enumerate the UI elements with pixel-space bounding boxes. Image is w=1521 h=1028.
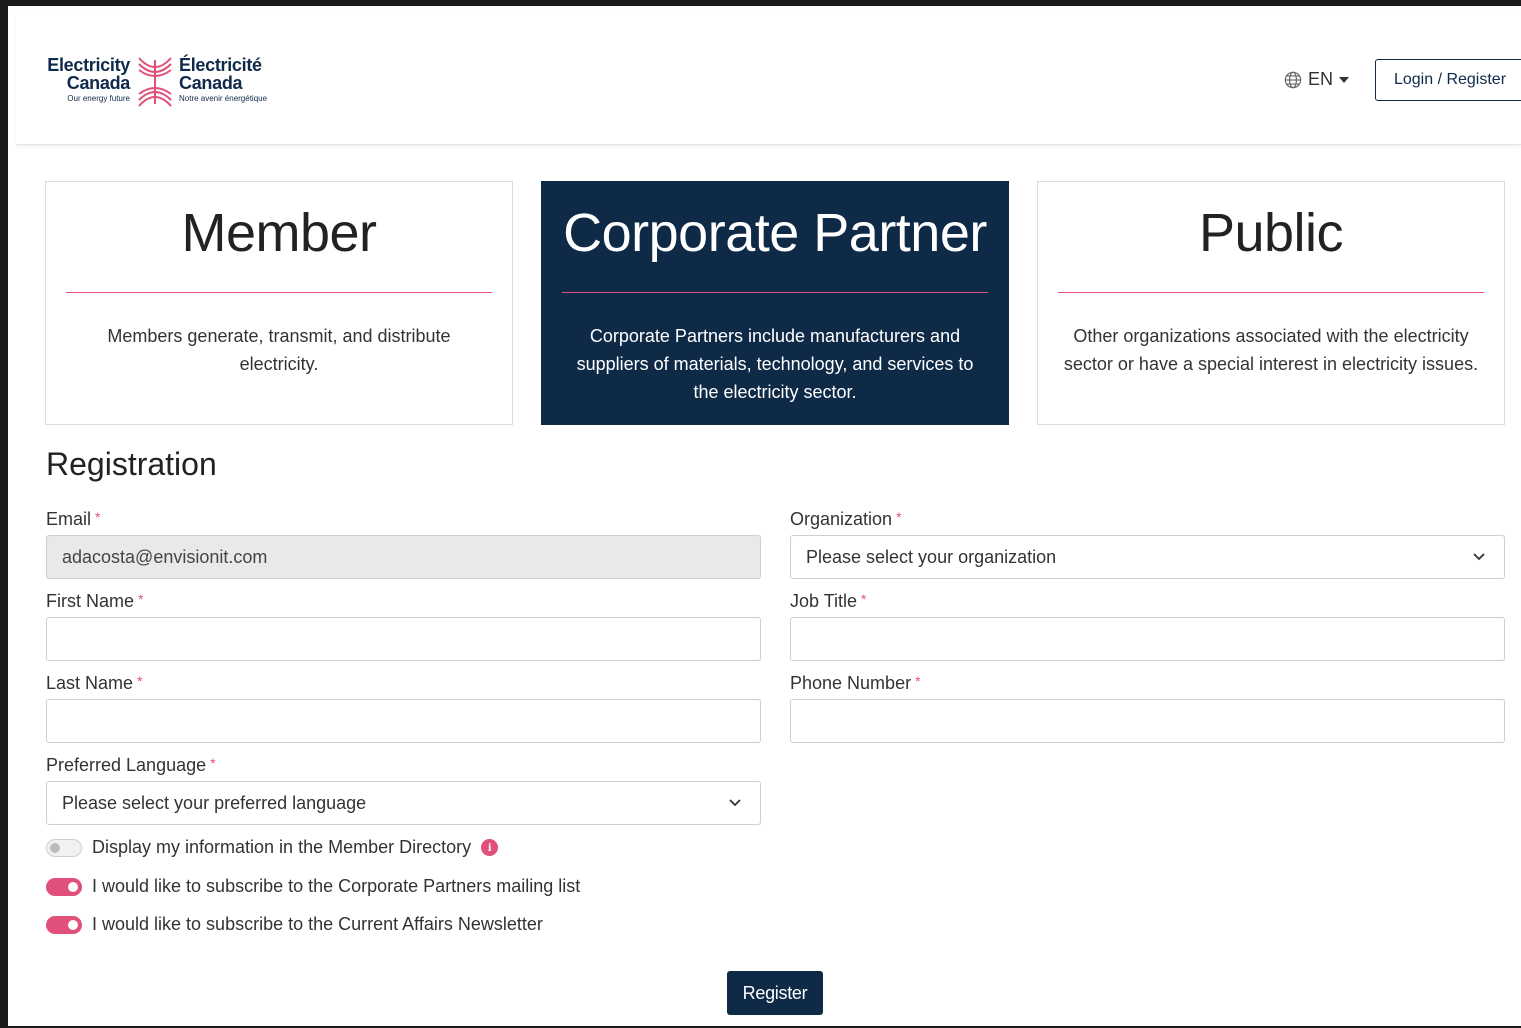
card-corporate-partner[interactable]: Corporate Partner Corporate Partners inc… — [541, 181, 1009, 425]
required-marker: * — [210, 755, 216, 771]
member-directory-label: Display my information in the Member Dir… — [92, 837, 472, 857]
last-name-label: Last Name * — [46, 673, 143, 693]
first-name-field[interactable] — [46, 617, 761, 661]
job-title-field[interactable] — [790, 617, 1505, 661]
required-marker: * — [138, 591, 144, 607]
email-label: Email * — [46, 509, 101, 529]
browser-frame: Electricity Canada Our energy future Éle… — [0, 0, 1521, 1028]
card-public-title: Public — [1198, 203, 1344, 263]
last-name-field[interactable] — [46, 699, 761, 743]
info-icon[interactable]: i — [481, 839, 499, 856]
login-register-button[interactable]: Login / Register — [1375, 59, 1521, 101]
phone-number-label: Phone Number * — [790, 673, 921, 693]
card-public[interactable]: Public Other organizations associated wi… — [1037, 181, 1505, 425]
logo-en-tagline: Our energy future — [67, 94, 130, 103]
card-member-title: Member — [181, 203, 377, 263]
logo-english: Electricity Canada Our energy future — [38, 56, 130, 105]
language-label: EN — [1308, 69, 1334, 89]
electricity-canada-logo[interactable]: Electricity Canada Our energy future Éle… — [38, 56, 288, 116]
email-field[interactable]: adacosta@envisionit.com — [46, 535, 761, 579]
toggle-row-corporate-mailing-list: I would like to subscribe to the Corpora… — [46, 876, 580, 897]
organization-label: Organization * — [790, 509, 902, 529]
logo-fr-tagline: Notre avenir énergétique — [179, 94, 268, 103]
phone-number-field[interactable] — [790, 699, 1505, 743]
corporate-mailing-list-label: I would like to subscribe to the Corpora… — [92, 876, 581, 896]
logo-fr-line2: Canada — [179, 73, 243, 93]
card-member-description: Members generate, transmit, and distribu… — [107, 326, 451, 374]
chevron-down-icon — [1473, 553, 1485, 561]
required-marker: * — [95, 509, 101, 525]
card-member[interactable]: Member Members generate, transmit, and d… — [45, 181, 513, 425]
first-name-label: First Name * — [46, 591, 144, 611]
language-switcher[interactable]: EN — [1284, 69, 1350, 90]
member-directory-toggle[interactable] — [46, 838, 82, 857]
site-header: Electricity Canada Our energy future Éle… — [16, 12, 1521, 145]
card-corporate-partner-title: Corporate Partner — [563, 203, 987, 263]
globe-icon — [1284, 71, 1302, 88]
preferred-language-label: Preferred Language * — [46, 755, 216, 775]
card-public-description: Other organizations associated with the … — [1063, 326, 1479, 374]
organization-value: Please select your organization — [806, 546, 1057, 567]
required-marker: * — [896, 509, 902, 525]
required-marker: * — [861, 591, 867, 607]
toggle-row-member-directory: Display my information in the Member Dir… — [46, 837, 499, 858]
logo-mark-icon — [138, 57, 172, 107]
logo-en-line1: Electricity — [47, 55, 130, 75]
register-button[interactable]: Register — [727, 971, 823, 1015]
required-marker: * — [137, 673, 143, 689]
card-divider — [66, 292, 492, 293]
card-divider — [562, 292, 988, 293]
card-divider — [1058, 292, 1484, 293]
current-affairs-newsletter-label: I would like to subscribe to the Current… — [92, 914, 543, 934]
logo-french: Électricité Canada Notre avenir énergéti… — [179, 56, 299, 105]
caret-down-icon — [1339, 76, 1350, 83]
toggle-row-current-affairs-newsletter: I would like to subscribe to the Current… — [46, 914, 543, 935]
corporate-mailing-list-toggle[interactable] — [46, 877, 82, 896]
preferred-language-select[interactable]: Please select your preferred language — [46, 781, 761, 825]
organization-select[interactable]: Please select your organization — [790, 535, 1505, 579]
chevron-down-icon — [729, 799, 741, 807]
card-corporate-partner-description: Corporate Partners include manufacturers… — [576, 326, 974, 402]
logo-fr-line1: Électricité — [179, 55, 262, 75]
logo-en-line2: Canada — [66, 73, 131, 93]
preferred-language-value: Please select your preferred language — [62, 792, 367, 813]
registration-title: Registration — [46, 446, 217, 482]
job-title-label: Job Title * — [790, 591, 867, 611]
required-marker: * — [915, 673, 921, 689]
current-affairs-newsletter-toggle[interactable] — [46, 915, 82, 934]
